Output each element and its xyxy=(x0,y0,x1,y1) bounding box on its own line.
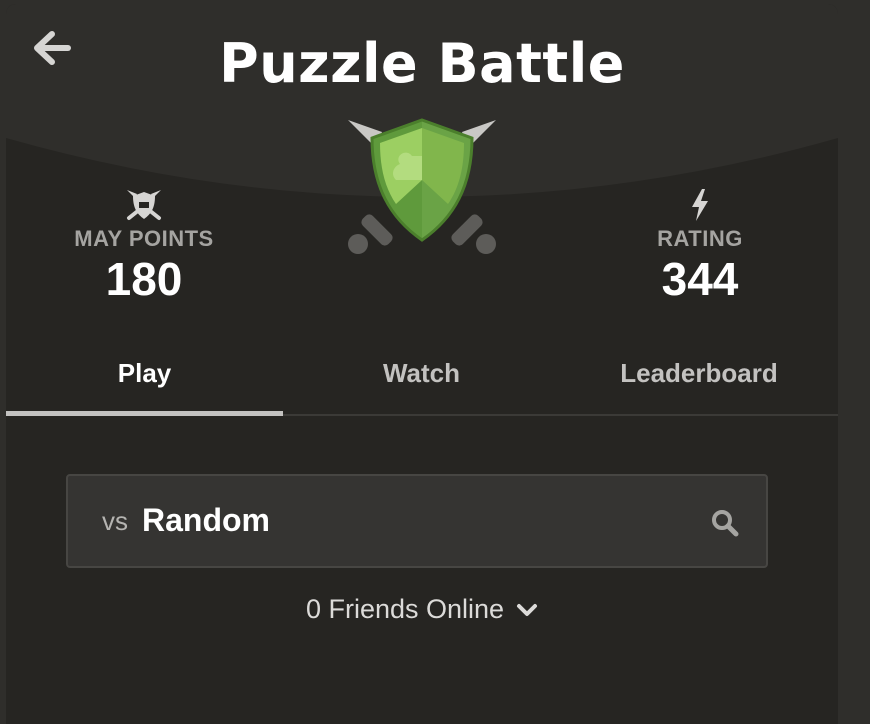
friends-online-toggle[interactable]: 0 Friends Online xyxy=(6,594,838,625)
opponent-search-field[interactable]: vs Random xyxy=(66,474,768,568)
opponent-prefix: vs xyxy=(102,506,128,536)
points-label: MAY POINTS xyxy=(74,226,214,251)
friends-online-label: 0 Friends Online xyxy=(305,594,505,624)
points-stat: MAY POINTS 180 xyxy=(34,182,254,304)
rating-label: RATING xyxy=(657,226,743,251)
rating-value: 344 xyxy=(661,253,739,305)
tab-watch[interactable]: Watch xyxy=(283,334,560,412)
shield-swords-icon xyxy=(127,190,161,220)
tab-bar: Play Watch Leaderboard xyxy=(6,334,838,416)
chevron-down-icon xyxy=(517,603,538,616)
puzzle-shield-crossed-swords-icon xyxy=(348,118,496,254)
puzzle-battle-panel: Puzzle Battle MAY POINTS 180 RATING 344 … xyxy=(6,4,838,724)
active-tab-indicator xyxy=(6,411,283,416)
tab-leaderboard[interactable]: Leaderboard xyxy=(560,334,838,412)
lightning-bolt-icon xyxy=(692,189,708,221)
rating-stat: RATING 344 xyxy=(590,182,810,304)
tab-play[interactable]: Play xyxy=(6,334,283,412)
search-icon[interactable] xyxy=(710,508,740,538)
page-title: Puzzle Battle xyxy=(219,32,625,95)
points-value: 180 xyxy=(105,253,183,305)
opponent-value: Random xyxy=(142,502,270,538)
